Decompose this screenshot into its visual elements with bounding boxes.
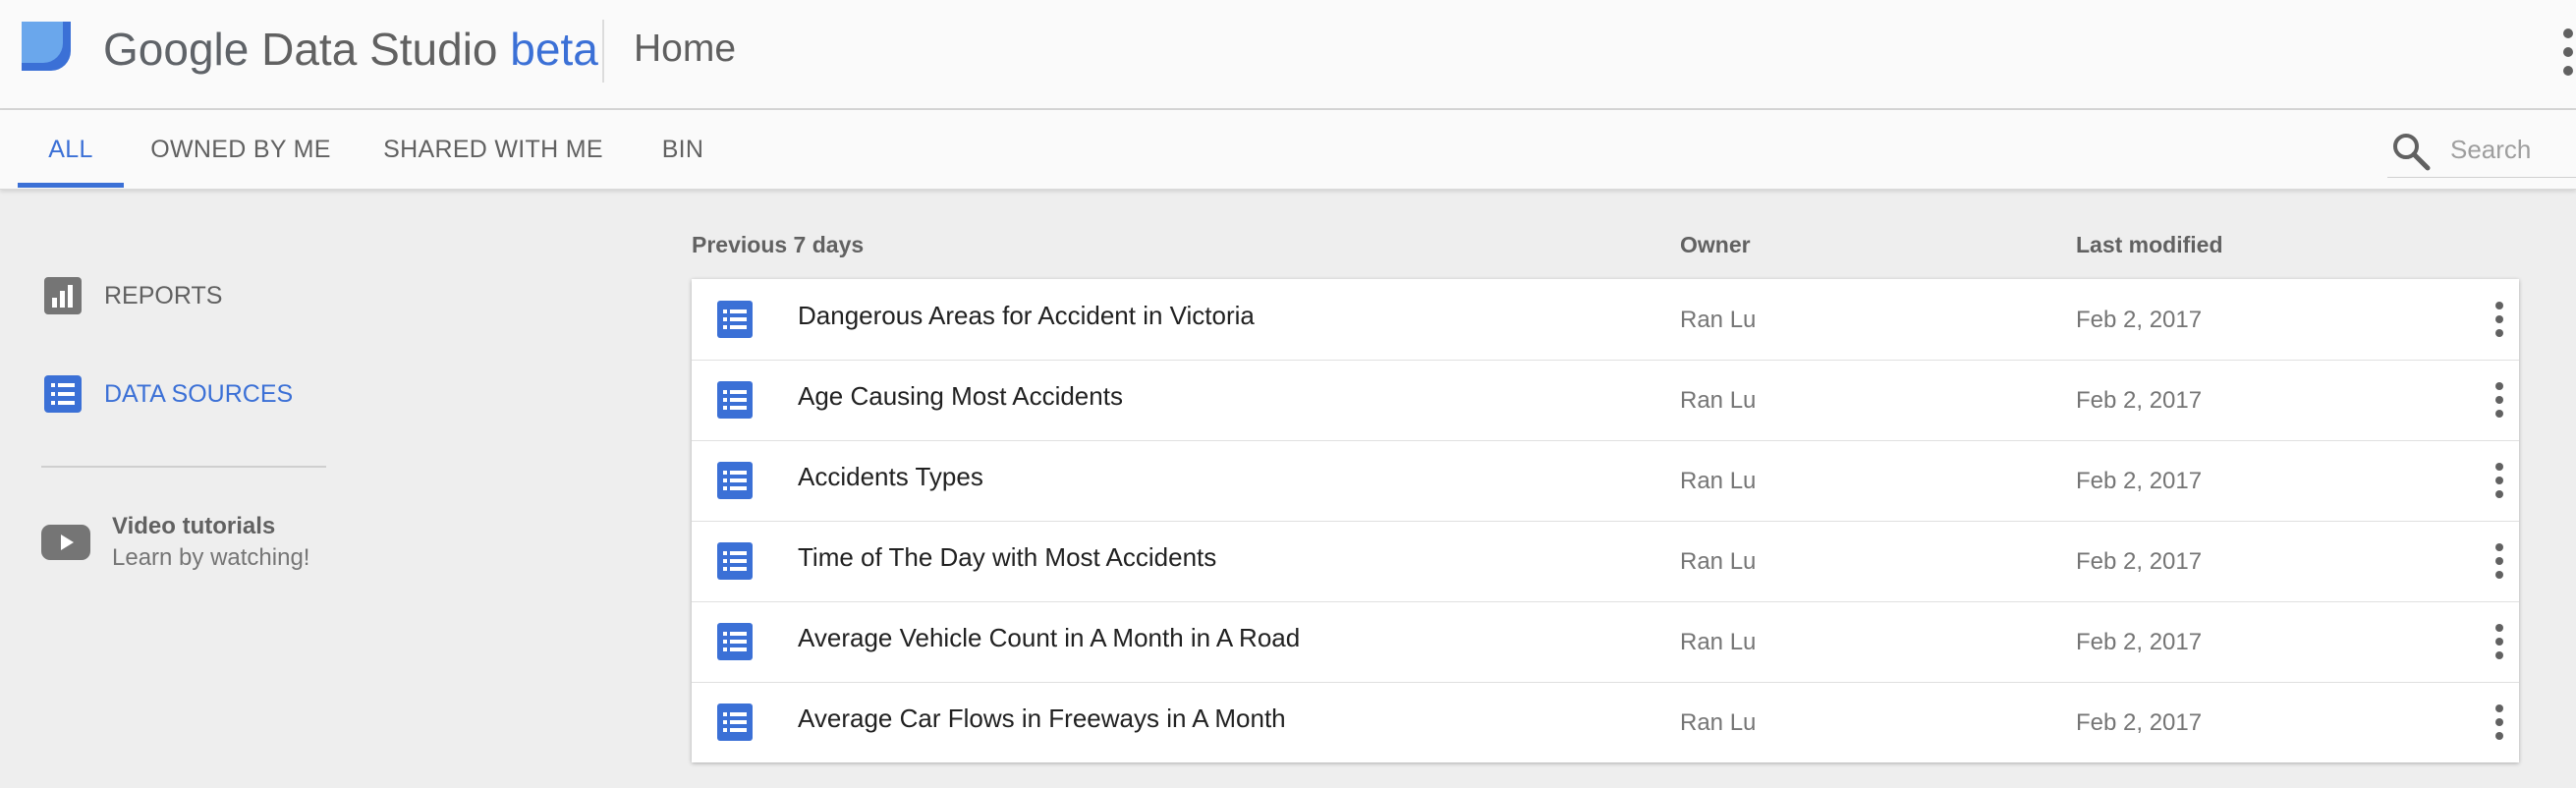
row-last-modified: Feb 2, 2017 — [2076, 307, 2203, 333]
sidebar-item-data-sources[interactable]: DATA SOURCES — [43, 369, 293, 419]
tab-owned-by-me[interactable]: OWNED BY ME — [147, 110, 334, 189]
header-divider — [602, 20, 604, 83]
row-owner: Ran Lu — [1680, 548, 1757, 575]
row-name[interactable]: Average Car Flows in Freeways in A Month — [798, 704, 1286, 734]
more-vert-icon[interactable] — [2493, 462, 2505, 499]
brand-google: Google — [103, 24, 250, 75]
row-name[interactable]: Dangerous Areas for Accident in Victoria — [798, 301, 1255, 331]
search-box — [2387, 122, 2576, 178]
brand-beta: beta — [510, 24, 598, 75]
table-row[interactable]: Average Vehicle Count in A Month in A Ro… — [692, 601, 2519, 683]
more-vert-icon[interactable] — [2493, 704, 2505, 741]
row-last-modified: Feb 2, 2017 — [2076, 387, 2203, 414]
row-owner: Ran Lu — [1680, 387, 1757, 414]
more-vert-icon[interactable] — [2493, 381, 2505, 419]
bar-chart-icon — [44, 277, 82, 314]
row-name[interactable]: Age Causing Most Accidents — [798, 381, 1123, 412]
page-title: Home — [634, 28, 737, 70]
tutorials-title: Video tutorials — [112, 513, 276, 539]
tab-all[interactable]: ALL — [18, 110, 124, 189]
data-source-icon — [717, 704, 753, 741]
column-header-last-modified[interactable]: Last modified — [2076, 232, 2223, 258]
search-icon[interactable] — [2391, 132, 2431, 171]
column-header-owner[interactable]: Owner — [1680, 232, 1751, 258]
list-icon — [44, 375, 82, 413]
sidebar-item-label: DATA SOURCES — [104, 379, 294, 408]
row-name[interactable]: Accidents Types — [798, 462, 983, 492]
tab-bin[interactable]: BIN — [652, 110, 713, 189]
row-last-modified: Feb 2, 2017 — [2076, 548, 2203, 575]
section-label: Previous 7 days — [692, 232, 865, 257]
brand-product: Data Studio — [261, 24, 498, 75]
row-last-modified: Feb 2, 2017 — [2076, 629, 2203, 655]
data-source-icon — [717, 623, 753, 660]
data-sources-table: Dangerous Areas for Accident in Victoria… — [692, 279, 2519, 762]
row-name[interactable]: Average Vehicle Count in A Month in A Ro… — [798, 623, 1300, 653]
more-vert-icon[interactable] — [2560, 26, 2576, 79]
more-vert-icon[interactable] — [2493, 542, 2505, 580]
row-last-modified: Feb 2, 2017 — [2076, 468, 2203, 494]
sidebar-item-reports[interactable]: REPORTS — [43, 271, 222, 320]
data-source-icon — [717, 381, 753, 419]
data-source-icon — [717, 301, 753, 338]
filter-tabs: ALL OWNED BY ME SHARED WITH ME BIN — [0, 110, 2576, 190]
row-name[interactable]: Time of The Day with Most Accidents — [798, 542, 1216, 573]
tab-shared-with-me[interactable]: SHARED WITH ME — [379, 110, 607, 189]
sidebar-item-label: REPORTS — [104, 281, 223, 310]
more-vert-icon[interactable] — [2493, 623, 2505, 660]
tutorials-subtitle: Learn by watching! — [112, 544, 310, 571]
row-last-modified: Feb 2, 2017 — [2076, 709, 2203, 736]
data-source-icon — [717, 542, 753, 580]
table-row[interactable]: Accidents Types Ran Lu Feb 2, 2017 — [692, 440, 2519, 522]
table-row[interactable]: Dangerous Areas for Accident in Victoria… — [692, 279, 2519, 361]
product-brand: Google Data Studio beta — [103, 22, 598, 77]
table-row[interactable]: Average Car Flows in Freeways in A Month… — [692, 682, 2519, 762]
row-owner: Ran Lu — [1680, 468, 1757, 494]
sidebar-divider — [41, 466, 326, 468]
app-header: Google Data Studio beta Home — [0, 0, 2576, 110]
row-owner: Ran Lu — [1680, 307, 1757, 333]
data-source-icon — [717, 462, 753, 499]
table-row[interactable]: Age Causing Most Accidents Ran Lu Feb 2,… — [692, 360, 2519, 441]
more-vert-icon[interactable] — [2493, 301, 2505, 338]
search-input[interactable] — [2450, 132, 2576, 167]
data-studio-logo-icon[interactable] — [22, 22, 77, 77]
youtube-play-icon — [41, 525, 90, 560]
active-tab-indicator — [18, 183, 124, 188]
table-row[interactable]: Time of The Day with Most Accidents Ran … — [692, 521, 2519, 602]
row-owner: Ran Lu — [1680, 709, 1757, 736]
row-owner: Ran Lu — [1680, 629, 1757, 655]
